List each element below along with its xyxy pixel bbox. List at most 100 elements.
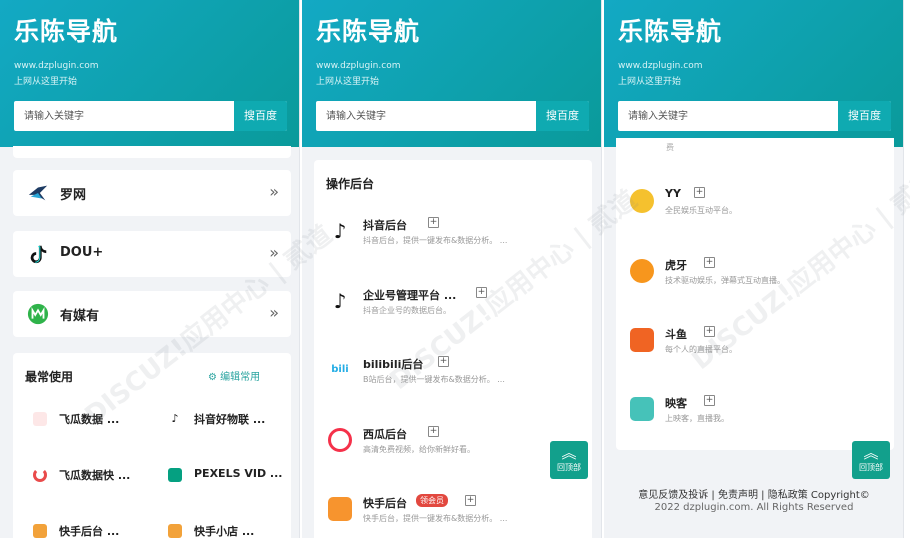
site-item-desc: 抖音后台，提供一键发布&数据分析。 ...: [363, 236, 508, 245]
huya-icon: [630, 259, 654, 283]
tiktok-icon: ♪: [328, 289, 352, 313]
site-brand[interactable]: 乐陈导航: [316, 12, 420, 48]
edit-frequent-button[interactable]: ⚙ 编辑常用: [208, 368, 260, 383]
edit-frequent-label: 编辑常用: [220, 372, 261, 383]
chevron-right-icon: »: [269, 182, 279, 201]
xigua-icon: [328, 428, 352, 452]
site-slogan: 上网从这里开始: [618, 77, 682, 87]
back-to-top-label: 回顶部: [557, 463, 581, 472]
site-item-kuaishou[interactable]: 快手后台 领会员 + 快手后台，提供一键发布&数据分析。 ...: [328, 493, 588, 538]
screenshot-collage: 乐陈导航 www.dzplugin.com 上网从这里开始 搜百度 罗网 » D…: [0, 0, 910, 538]
search-bar: 搜百度: [618, 101, 891, 131]
kuaishou-icon: [168, 524, 182, 538]
frequent-item[interactable]: ♪ 抖音好物联 ...: [168, 409, 283, 427]
yingke-icon: [630, 397, 654, 421]
add-plus-icon[interactable]: +: [428, 217, 439, 228]
frequent-item[interactable]: PEXELS VID ...: [168, 465, 283, 483]
panel-2: 乐陈导航 www.dzplugin.com 上网从这里开始 搜百度 操作后台 ♪…: [302, 0, 602, 538]
double-chevron-up-icon: ︽: [863, 444, 879, 462]
frequent-item-label: 飞瓜数据快 ...: [59, 469, 131, 482]
search-input[interactable]: [14, 101, 234, 131]
chevron-right-icon: »: [269, 243, 279, 262]
double-chevron-up-icon: ︽: [561, 444, 577, 462]
search-baidu-button[interactable]: 搜百度: [234, 101, 287, 131]
search-baidu-button[interactable]: 搜百度: [536, 101, 589, 131]
luowang-logo-icon: [28, 185, 48, 201]
frequent-item-label: PEXELS VID ...: [194, 467, 283, 480]
site-header: 乐陈导航 www.dzplugin.com 上网从这里开始 搜百度: [604, 0, 903, 147]
site-item-title: 抖音后台: [363, 219, 407, 232]
site-slogan: 上网从这里开始: [14, 77, 78, 87]
back-to-top-button[interactable]: ︽ 回顶部: [550, 441, 588, 479]
site-item-title: 映客: [665, 397, 687, 410]
site-item-desc: 快手后台，提供一键发布&数据分析。 ...: [363, 514, 508, 523]
panel-3: 乐陈导航 www.dzplugin.com 上网从这里开始 搜百度 费 YY +…: [604, 0, 904, 538]
add-plus-icon[interactable]: +: [694, 187, 705, 198]
frequent-item[interactable]: 飞瓜数据快 ...: [33, 465, 143, 483]
nav-card-label: 有媒有: [60, 309, 100, 324]
site-item-douyu[interactable]: 斗鱼 + 每个人的直播平台。: [630, 324, 890, 370]
site-item-desc: 技术驱动娱乐，弹幕式互动直播。: [665, 276, 785, 285]
site-item-title: 斗鱼: [665, 328, 687, 341]
site-url: www.dzplugin.com: [316, 61, 401, 71]
youmeiyou-logo-icon: [27, 303, 49, 325]
nav-card-label: 罗网: [60, 188, 87, 203]
nav-card-youmeiyou[interactable]: 有媒有 »: [13, 291, 291, 337]
search-input[interactable]: [618, 101, 838, 131]
site-item-yy[interactable]: YY + 全民娱乐互动平台。: [630, 185, 890, 231]
kuaishou-icon: [328, 497, 352, 521]
site-brand[interactable]: 乐陈导航: [14, 12, 118, 48]
add-plus-icon[interactable]: +: [476, 287, 487, 298]
add-plus-icon[interactable]: +: [428, 426, 439, 437]
douyu-icon: [630, 328, 654, 352]
frequent-item[interactable]: 飞瓜数据 ...: [33, 409, 143, 427]
site-item-enterprise[interactable]: ♪ 企业号管理平台 ... + 抖音企业号的数据后台。: [328, 285, 588, 331]
frequent-item-label: 飞瓜数据 ...: [59, 413, 120, 426]
site-url: www.dzplugin.com: [14, 61, 99, 71]
site-item-huya[interactable]: 虎牙 + 技术驱动娱乐，弹幕式互动直播。: [630, 255, 890, 301]
backend-section-card: 操作后台 ♪ 抖音后台 + 抖音后台，提供一键发布&数据分析。 ... ♪ 企业…: [314, 160, 592, 538]
panel-1: 乐陈导航 www.dzplugin.com 上网从这里开始 搜百度 罗网 » D…: [0, 0, 300, 538]
feigua-icon: [33, 468, 47, 482]
feigua-icon: [33, 412, 47, 426]
site-url: www.dzplugin.com: [618, 61, 703, 71]
tiktok-icon: ♪: [168, 412, 182, 426]
add-plus-icon[interactable]: +: [438, 356, 449, 367]
site-item-xigua[interactable]: 西瓜后台 + 高清免费视频，给你新鲜好看。: [328, 424, 588, 470]
frequent-card: 最常使用 ⚙ 编辑常用 飞瓜数据 ... ♪ 抖音好物联 ... 飞瓜数据快 .…: [13, 353, 291, 538]
footer-links[interactable]: 意见反馈及投诉 | 免责声明 | 隐私政策 Copyright©: [604, 486, 903, 501]
nav-card-dou[interactable]: DOU+ »: [13, 231, 291, 277]
chevron-right-icon: »: [269, 303, 279, 322]
site-item-title: 虎牙: [665, 259, 687, 272]
site-item-title: 快手后台: [363, 497, 407, 510]
site-item-title: YY: [665, 187, 681, 200]
site-item-title: 西瓜后台: [363, 428, 407, 441]
site-item-desc: 上映客，直播我。: [665, 414, 729, 423]
frequent-item-label: 抖音好物联 ...: [194, 413, 266, 426]
yy-icon: [630, 189, 654, 213]
back-to-top-button[interactable]: ︽ 回顶部: [852, 441, 890, 479]
tiktok-icon: ♪: [328, 219, 352, 243]
site-item-douyin[interactable]: ♪ 抖音后台 + 抖音后台，提供一键发布&数据分析。 ...: [328, 215, 588, 261]
cut-off-text: 费: [666, 143, 674, 152]
frequent-item[interactable]: 快手后台 ...: [33, 521, 143, 538]
add-plus-icon[interactable]: +: [704, 257, 715, 268]
search-input[interactable]: [316, 101, 536, 131]
nav-card-label: DOU+: [60, 245, 104, 260]
add-plus-icon[interactable]: +: [465, 495, 476, 506]
search-bar: 搜百度: [14, 101, 287, 131]
add-plus-icon[interactable]: +: [704, 395, 715, 406]
site-item-desc: 全民娱乐互动平台。: [665, 206, 737, 215]
pexels-icon: [168, 468, 182, 482]
vip-tag: 领会员: [416, 494, 448, 507]
site-brand[interactable]: 乐陈导航: [618, 12, 722, 48]
nav-card-luowang[interactable]: 罗网 »: [13, 170, 291, 216]
search-baidu-button[interactable]: 搜百度: [838, 101, 891, 131]
add-plus-icon[interactable]: +: [704, 326, 715, 337]
footer-copyright: 2022 dzplugin.com. All Rights Reserved: [654, 502, 854, 513]
cut-card: [13, 146, 291, 158]
site-item-yingke[interactable]: 映客 + 上映客，直播我。: [630, 393, 890, 439]
site-item-bilibili[interactable]: bili bilibili后台 + B站后台，提供一键发布&数据分析。 ...: [328, 354, 588, 400]
live-section-card: 费 YY + 全民娱乐互动平台。 虎牙 + 技术驱动娱乐，弹幕式互动直播。 斗鱼…: [616, 138, 894, 450]
frequent-item[interactable]: 快手小店 ...: [168, 521, 283, 538]
